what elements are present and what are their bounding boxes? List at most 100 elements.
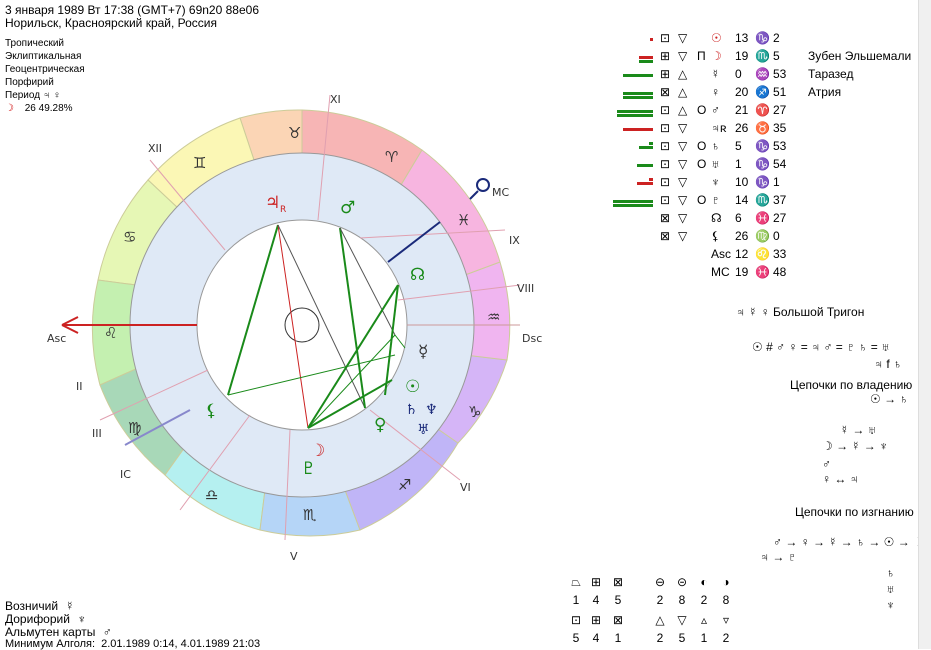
dignity-bar (623, 96, 653, 99)
planet-minutes: 37 (773, 193, 787, 207)
planet-row: ⊠ △ ♀ 20 ♐ 51 Атрия (605, 85, 931, 103)
planet-degree: 19 (735, 265, 749, 279)
planet-row: ⊡ ▽ ♆ 10 ♑ 1 (605, 175, 931, 193)
angular-icon: ⊡ (570, 613, 582, 627)
planet-sign-icon: ♑ (755, 157, 770, 171)
house-box-icon: ⊞ (660, 67, 671, 81)
mark-icon: O (697, 157, 707, 171)
charioteer-row: Возничий ☿ (5, 599, 74, 613)
ic-label: IC (120, 468, 131, 481)
virgo-icon: ♍ (128, 419, 141, 437)
sun-icon: ☉ (405, 377, 420, 397)
saturn-icon: ♄ (405, 402, 418, 418)
planet-sign-icon: ♓ (755, 265, 770, 279)
pisces-icon: ♓ (457, 211, 470, 229)
planet-minutes: 2 (773, 31, 780, 45)
dignity-bar (613, 204, 653, 207)
row2-count-4: 2 (656, 631, 664, 645)
planet-sign-icon: ♏ (755, 193, 770, 207)
planet-degree: 21 (735, 103, 749, 117)
dignity-bar (650, 38, 653, 41)
formula-line-2: ♃ f ♄ (874, 357, 903, 371)
down-triangle-icon: ▽ (677, 613, 687, 627)
planet-minutes: 35 (773, 121, 787, 135)
mark-icon: Π (697, 49, 706, 63)
mc-marker-icon (476, 178, 490, 192)
dignity-bar (617, 110, 653, 113)
jupiter-icon: ♃ (265, 193, 280, 213)
planet-glyph: ♀ (711, 85, 720, 99)
planet-row: ⊠ ▽ ⚸ 26 ♍ 0 (605, 229, 931, 247)
algol-label: Минимум Алголя: (5, 638, 96, 650)
planet-row: ⊡ ▽ O ♅ 1 ♑ 54 (605, 157, 931, 175)
planet-row: Asc 12 ♌ 33 (605, 247, 931, 265)
row2-count-5: 5 (678, 631, 686, 645)
taurus-icon: ♉ (288, 124, 301, 142)
planet-minutes: 27 (773, 211, 787, 225)
dignity-bar (649, 142, 653, 145)
row2-count-7: 2 (722, 631, 730, 645)
planet-degree: 5 (735, 139, 742, 153)
own-chain-2: ☿ → ♅ (840, 423, 877, 437)
planet-sign-icon: ♈ (755, 103, 770, 117)
water-icon: ◑ (722, 575, 730, 589)
planet-row: ⊡ △ O ♂ 21 ♈ 27 (605, 103, 931, 121)
house-ix-label: IX (509, 234, 520, 247)
row2-count-6: 1 (700, 631, 708, 645)
algol-value: 2.01.1989 0:14, 4.01.1989 21:03 (101, 638, 261, 650)
planet-row: ⊡ ▽ O ♄ 5 ♑ 53 (605, 139, 931, 157)
air-icon: ◐ (700, 575, 708, 589)
planet-sign-icon: ♌ (755, 247, 770, 261)
vertical-scrollbar[interactable] (918, 0, 931, 649)
planet-glyph: ☿ (711, 67, 720, 81)
house-box-icon: ⊡ (660, 31, 671, 45)
planet-sign-icon: ♒ (755, 67, 770, 81)
fixed-star: Таразед (808, 67, 854, 81)
planet-degree: 6 (735, 211, 742, 225)
dsc-label: Dsc (522, 332, 542, 345)
planet-glyph: ☊ (711, 211, 722, 225)
house-box-icon: ⊡ (660, 175, 671, 189)
planet-minutes: 27 (773, 103, 787, 117)
planet-degree: 13 (735, 31, 749, 45)
planet-sign-icon: ♐ (755, 85, 770, 99)
scorpio-icon: ♏ (303, 506, 317, 524)
element-triangle-icon: ▽ (678, 229, 688, 243)
center-circle (284, 307, 320, 343)
fixed-icon: ⊞ (590, 575, 602, 589)
own-chain-3: ☽ → ☿ → ♆ (822, 439, 889, 453)
planet-sign-icon: ♏ (755, 49, 770, 63)
grand-trine-line: ♃ ☿ ♀ Большой Тригон (736, 305, 865, 319)
dignity-bar (639, 60, 653, 63)
almuten-row: Альмутен карты ♂ (5, 625, 112, 639)
doryphory-value: ♆ (77, 612, 87, 626)
row1-count-3: 5 (614, 593, 622, 607)
lilith-icon: ⚸ (205, 401, 217, 421)
natal-chart-wheel[interactable]: ♈ ♉ ♊ ♋ ♌ ♍ ♎ ♏ ♐ ♑ ♒ ♓ ♃ R ♂ ☊ ☿ ☉ ♄ ♆ … (0, 0, 600, 600)
house-v-label: V (290, 550, 298, 563)
planet-degree: 20 (735, 85, 749, 99)
node-icon: ☊ (410, 265, 425, 285)
planet-glyph: ♄ (711, 139, 720, 153)
uranus-icon: ♅ (417, 422, 430, 438)
planet-glyph: MC (711, 265, 730, 279)
house-viii-label: VIII (517, 282, 534, 295)
planet-minutes: 1 (773, 175, 780, 189)
own-chain-4: ♂ (822, 457, 831, 471)
planet-row: ⊠ ▽ ☊ 6 ♓ 27 (605, 211, 931, 229)
planet-row: ⊞ △ ☿ 0 ♒ 53 Таразед (605, 67, 931, 85)
up-triangle-icon: ▵ (700, 613, 708, 627)
planet-row: ⊡ ▽ ♃ʀ 26 ♉ 35 (605, 121, 931, 139)
venus-icon: ♀ (374, 415, 386, 435)
planet-minutes: 53 (773, 139, 787, 153)
element-triangle-icon: ▽ (678, 175, 688, 189)
house-box-icon: ⊠ (660, 211, 671, 225)
planet-degree: 12 (735, 247, 749, 261)
mark-icon: O (697, 103, 707, 117)
trine-icon: △ (655, 613, 665, 627)
fixed-star: Атрия (808, 85, 842, 99)
house-box-icon: ⊡ (660, 139, 671, 153)
house-box-icon: ⊡ (660, 193, 671, 207)
own-chain-5: ♀ ↔ ♃ (822, 472, 859, 486)
moon-icon: ☽ (310, 441, 325, 461)
